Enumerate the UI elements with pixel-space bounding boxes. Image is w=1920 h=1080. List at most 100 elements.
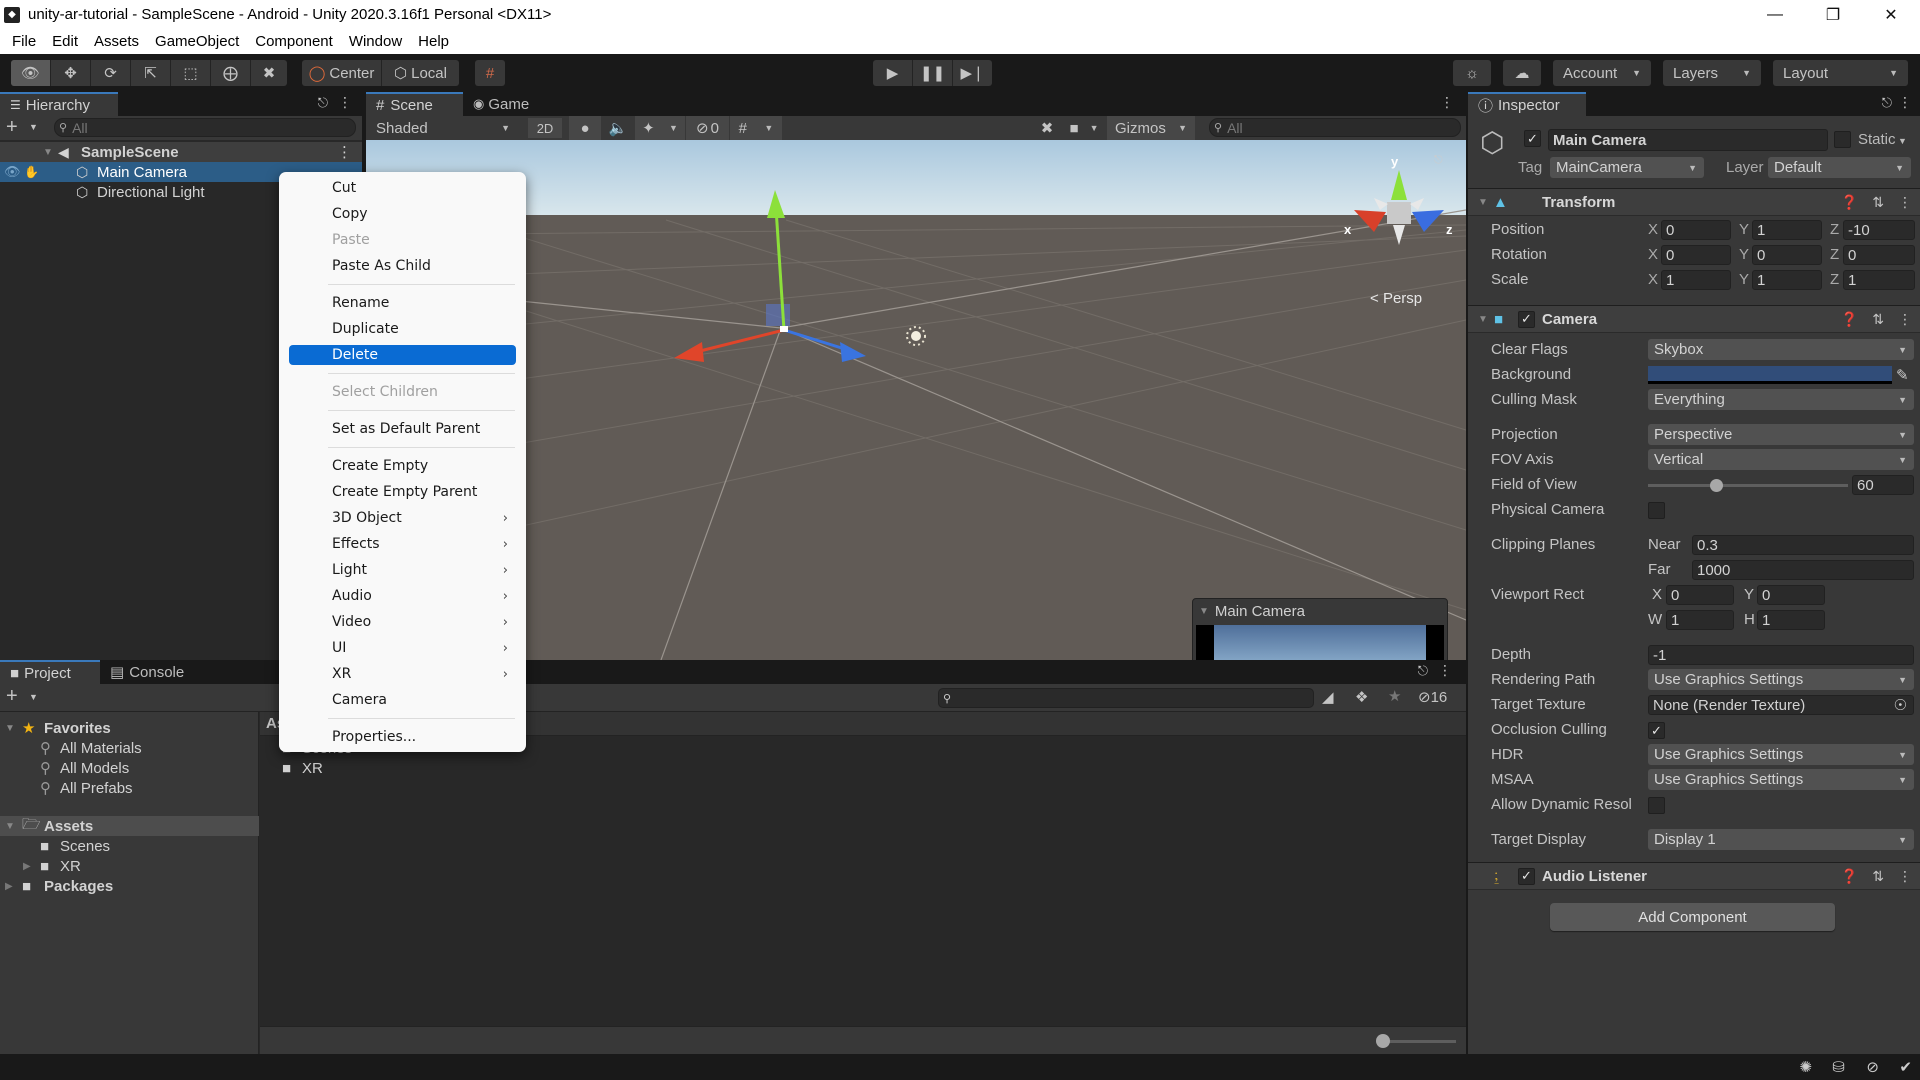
- more-menu-icon[interactable]: ⋮: [1898, 868, 1912, 885]
- background-color-field[interactable]: [1648, 366, 1892, 384]
- mode-2d-toggle[interactable]: 2D: [528, 118, 562, 138]
- fov-slider-handle[interactable]: [1710, 479, 1723, 492]
- menu-help[interactable]: Help: [410, 33, 457, 50]
- lock-icon[interactable]: ⎋: [318, 95, 328, 111]
- grid-dropdown[interactable]: # ▼: [730, 116, 782, 140]
- fov-axis-dropdown[interactable]: Vertical ▼: [1648, 449, 1914, 470]
- physical-camera-checkbox[interactable]: [1648, 502, 1665, 519]
- services-button[interactable]: ☼: [1453, 60, 1491, 86]
- tab-inspector[interactable]: ⓘ Inspector: [1468, 92, 1586, 116]
- project-search-input[interactable]: ⚲: [938, 688, 1314, 708]
- more-menu-icon[interactable]: ⋮: [1898, 94, 1912, 111]
- visibility-eye-icon[interactable]: 👁: [4, 164, 21, 180]
- move-tool-button[interactable]: ✥: [51, 60, 91, 86]
- scene-viewport[interactable]: y x z ⎋ < Persp ▼ Main Camera: [366, 140, 1466, 660]
- menu-item-3d-object[interactable]: 3D Object ›: [289, 508, 516, 528]
- viewport-y-input[interactable]: 0: [1757, 585, 1825, 605]
- play-button[interactable]: ▶: [873, 60, 913, 86]
- pickable-hand-icon[interactable]: ✋: [24, 165, 39, 179]
- favorite-star-icon[interactable]: ★: [1388, 687, 1401, 705]
- near-clip-input[interactable]: 0.3: [1692, 535, 1914, 555]
- menu-file[interactable]: File: [4, 33, 44, 50]
- occlusion-culling-checkbox[interactable]: ✓: [1648, 722, 1665, 739]
- favorite-item[interactable]: ⚲ All Materials: [0, 738, 259, 758]
- dynamic-resolution-checkbox[interactable]: [1648, 797, 1665, 814]
- preset-icon[interactable]: ⇅: [1872, 194, 1884, 211]
- pivot-rotation-button[interactable]: ⬡ Local: [382, 60, 459, 86]
- rotation-x-input[interactable]: 0: [1661, 245, 1731, 265]
- help-icon[interactable]: ❓: [1841, 868, 1858, 885]
- rect-tool-button[interactable]: ⬚: [171, 60, 211, 86]
- clear-flags-dropdown[interactable]: Skybox ▼: [1648, 339, 1914, 360]
- hierarchy-search-input[interactable]: ⚲ All: [54, 118, 356, 137]
- assets-row[interactable]: ▼ 🗁 Assets: [0, 816, 259, 836]
- folder-item-xr[interactable]: ▶ ■ XR: [0, 856, 259, 876]
- lock-icon[interactable]: ⎋: [1434, 154, 1443, 167]
- menu-edit[interactable]: Edit: [44, 33, 86, 50]
- scale-tool-button[interactable]: ⇱: [131, 60, 171, 86]
- hidden-packages-toggle[interactable]: ⊘16: [1418, 688, 1447, 706]
- fov-input[interactable]: 60: [1852, 475, 1914, 495]
- more-menu-icon[interactable]: ⋮: [1440, 94, 1454, 111]
- rotation-y-input[interactable]: 0: [1752, 245, 1822, 265]
- msaa-dropdown[interactable]: Use Graphics Settings ▼: [1648, 769, 1914, 790]
- menu-item-copy[interactable]: Copy: [289, 204, 516, 224]
- menu-item-create-empty[interactable]: Create Empty: [289, 456, 516, 476]
- x-cone[interactable]: [1354, 210, 1386, 232]
- target-display-dropdown[interactable]: Display 1 ▼: [1648, 829, 1914, 850]
- gameobject-cube-icon[interactable]: ⬡: [1480, 126, 1504, 159]
- layers-dropdown[interactable]: Layers ▼: [1663, 60, 1761, 86]
- expand-arrow-icon[interactable]: ▼: [5, 821, 15, 832]
- rotate-tool-button[interactable]: ⟳: [91, 60, 131, 86]
- fov-slider-track[interactable]: [1648, 484, 1848, 487]
- pause-button[interactable]: ❚❚: [913, 60, 953, 86]
- scene-search-input[interactable]: ⚲ All: [1209, 118, 1461, 137]
- neg-z-cone[interactable]: [1374, 198, 1388, 210]
- hdr-dropdown[interactable]: Use Graphics Settings ▼: [1648, 744, 1914, 765]
- add-button[interactable]: +: [6, 685, 18, 708]
- view-tool-button[interactable]: 👁: [11, 60, 51, 86]
- more-menu-icon[interactable]: ⋮: [1898, 311, 1912, 328]
- scale-x-input[interactable]: 1: [1661, 270, 1731, 290]
- menu-item-delete[interactable]: Delete: [289, 345, 516, 365]
- camera-settings-dropdown[interactable]: ■ ▼: [1064, 116, 1104, 140]
- center-cube[interactable]: [1387, 202, 1411, 224]
- perspective-toggle[interactable]: < Persp: [1370, 290, 1422, 307]
- tag-dropdown[interactable]: MainCamera ▼: [1550, 157, 1704, 178]
- scale-z-input[interactable]: 1: [1843, 270, 1915, 290]
- custom-tool-button[interactable]: ✖: [251, 60, 287, 86]
- transform-header[interactable]: ▼ ▲ Transform ❓ ⇅ ⋮: [1468, 188, 1920, 216]
- auto-generate-lighting-icon[interactable]: ⊘: [1866, 1058, 1879, 1076]
- audio-listener-header[interactable]: ⍮ ✓ Audio Listener ❓ ⇅ ⋮: [1468, 862, 1920, 890]
- rendering-path-dropdown[interactable]: Use Graphics Settings ▼: [1648, 669, 1914, 690]
- cloud-button[interactable]: ☁: [1503, 60, 1541, 86]
- tab-hierarchy[interactable]: ☰ Hierarchy: [0, 92, 118, 116]
- static-checkbox[interactable]: [1834, 131, 1851, 148]
- icon-size-slider-handle[interactable]: [1376, 1034, 1390, 1048]
- preset-icon[interactable]: ⇅: [1872, 311, 1884, 328]
- favorite-item[interactable]: ⚲ All Models: [0, 758, 259, 778]
- collapse-arrow-icon[interactable]: ▼: [1478, 197, 1488, 208]
- menu-item-camera[interactable]: Camera: [289, 690, 516, 710]
- tab-scene[interactable]: # Scene: [366, 92, 463, 116]
- position-y-input[interactable]: 1: [1752, 220, 1822, 240]
- filter-by-label-icon[interactable]: ❖: [1355, 688, 1368, 706]
- favorite-item[interactable]: ⚲ All Prefabs: [0, 778, 259, 798]
- maximize-button[interactable]: ❐: [1804, 0, 1862, 29]
- rotation-z-input[interactable]: 0: [1843, 245, 1915, 265]
- scale-y-input[interactable]: 1: [1752, 270, 1822, 290]
- expand-arrow-icon[interactable]: ▼: [43, 147, 53, 158]
- tools-toggle[interactable]: ✖: [1031, 116, 1063, 140]
- collapse-arrow-icon[interactable]: ▼: [1199, 606, 1209, 617]
- object-name-input[interactable]: Main Camera: [1548, 129, 1828, 151]
- more-menu-icon[interactable]: ⋮: [338, 94, 352, 111]
- viewport-w-input[interactable]: 1: [1666, 610, 1734, 630]
- close-button[interactable]: ✕: [1862, 0, 1920, 29]
- active-checkbox[interactable]: ✓: [1524, 130, 1541, 147]
- shading-mode-dropdown[interactable]: Shaded ▼: [370, 118, 516, 138]
- audio-listener-enabled-checkbox[interactable]: ✓: [1518, 867, 1535, 885]
- preset-icon[interactable]: ⇅: [1872, 868, 1884, 885]
- asset-item-xr[interactable]: ■ XR: [282, 758, 482, 778]
- culling-mask-dropdown[interactable]: Everything ▼: [1648, 389, 1914, 410]
- collapse-arrow-icon[interactable]: ▼: [1478, 314, 1488, 325]
